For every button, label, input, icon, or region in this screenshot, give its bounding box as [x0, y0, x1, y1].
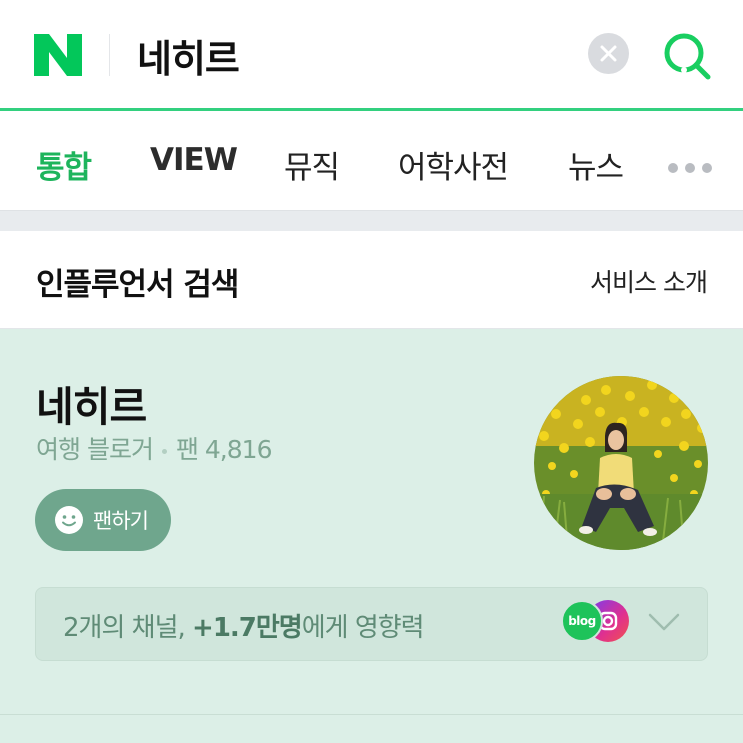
- channel-influence-text: 2개의 채널, +1.7만명에게 영향력: [63, 607, 425, 644]
- tab-news[interactable]: 뉴스: [568, 142, 624, 187]
- naver-logo-icon[interactable]: [34, 34, 82, 76]
- blog-badge-icon: blog: [561, 600, 603, 642]
- search-header: 네히르: [0, 0, 743, 111]
- section-gap: [0, 210, 743, 231]
- channel-reach-value: +1.7만명: [192, 613, 303, 643]
- search-icon: [664, 33, 711, 80]
- influencer-section-header: 인플루언서 검색 서비스 소개: [0, 231, 743, 329]
- fan-count: 팬 4,816: [175, 435, 273, 464]
- tab-integrated[interactable]: 통합: [36, 142, 92, 187]
- clear-x-icon: [600, 45, 617, 62]
- influencer-meta: 여행 블로거 팬 4,816: [36, 430, 273, 466]
- influencer-name[interactable]: 네히르: [36, 373, 147, 433]
- tab-view[interactable]: VIEW: [150, 142, 238, 178]
- search-tabs: 통합 VIEW 뮤직 어학사전 뉴스: [0, 114, 743, 210]
- search-query-input[interactable]: 네히르: [137, 28, 240, 83]
- channel-text-suffix: 에게 영향력: [301, 613, 425, 643]
- more-dots-icon[interactable]: [668, 158, 724, 173]
- influencer-category: 여행 블로거: [36, 435, 154, 464]
- channel-influence-box[interactable]: 2개의 채널, +1.7만명에게 영향력 blog: [35, 587, 708, 661]
- service-intro-link[interactable]: 서비스 소개: [590, 263, 708, 299]
- card-bottom: [0, 714, 743, 743]
- fan-button-label: 팬하기: [93, 509, 149, 533]
- header-divider: [109, 34, 110, 76]
- smile-icon: [55, 506, 83, 534]
- clear-button[interactable]: [588, 33, 629, 74]
- search-button[interactable]: [661, 31, 713, 81]
- section-title: 인플루언서 검색: [36, 267, 239, 303]
- fan-button[interactable]: 팬하기: [35, 489, 171, 551]
- influencer-card: 네히르 여행 블로거 팬 4,816 팬하기 2개의 채널, +1.7만명에게 …: [0, 329, 743, 714]
- channel-text-prefix: 2개의 채널,: [63, 613, 193, 643]
- meta-separator: [161, 448, 167, 454]
- chevron-down-icon[interactable]: [648, 612, 680, 632]
- profile-photo: [534, 376, 708, 550]
- avatar[interactable]: [534, 376, 708, 550]
- tab-dictionary[interactable]: 어학사전: [398, 142, 509, 187]
- tab-music[interactable]: 뮤직: [284, 142, 340, 187]
